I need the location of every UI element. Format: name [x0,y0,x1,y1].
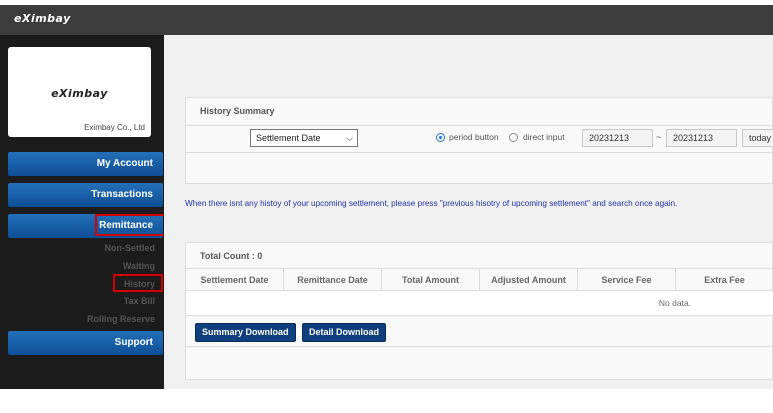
highlight-history [113,274,163,292]
direct-input-label: direct input [523,132,565,142]
sub-nav-tax-bill[interactable]: Tax Bill [124,296,155,306]
date-from-input[interactable]: 20231213 [582,129,653,147]
date-to-input[interactable]: 20231213 [666,129,737,147]
company-name: Eximbay Co., Ltd [84,123,145,132]
nav-my-account[interactable]: My Account [8,152,163,176]
col-settlement-date[interactable]: Settlement Date [186,269,284,291]
divider [186,125,773,126]
date-range-separator: ~ [656,132,662,142]
nav-transactions[interactable]: Transactions [8,183,163,207]
merchant-logo-card: eXimbay Eximbay Co., Ltd [8,47,151,137]
total-count: Total Count : 0 [200,251,263,261]
period-button-label: period button [449,132,499,142]
history-summary-title: History Summary [200,106,275,116]
notice-text: When there isnt any histoy of your upcom… [185,199,678,208]
results-table-header: Settlement Date Remittance Date Total Am… [186,268,773,291]
direct-input-radio[interactable] [509,133,518,142]
date-type-value: Settlement Date [256,133,321,143]
results-panel: Total Count : 0 Settlement Date Remittan… [185,242,773,380]
period-button-radio[interactable] [436,133,445,142]
no-data-text: No data. [658,298,692,308]
empty-row: No data. [186,291,773,316]
divider [186,152,773,153]
merchant-logo: eXimbay [51,87,108,100]
date-type-select[interactable]: Settlement Date ⌵ [250,129,358,147]
sub-nav-non-settled[interactable]: Non-Settled [105,243,156,253]
app-window: eXimbay eXimbay Eximbay Co., Ltd My Acco… [0,0,773,413]
summary-download-button[interactable]: Summary Download [195,323,296,342]
sidebar: eXimbay Eximbay Co., Ltd My Account Tran… [0,35,164,389]
top-bar: eXimbay [0,5,773,35]
nav-support[interactable]: Support [8,331,163,355]
sub-nav-rolling-reserve[interactable]: Rolling Reserve [87,314,155,324]
divider [186,346,773,347]
col-remittance-date[interactable]: Remittance Date [284,269,382,291]
chevron-down-icon: ⌵ [346,133,353,143]
main-content: History Summary Settlement Date ⌵ period… [164,35,773,389]
col-service-fee[interactable]: Service Fee [578,269,676,291]
col-extra-fee[interactable]: Extra Fee [676,269,773,291]
col-adjusted-amount[interactable]: Adjusted Amount [480,269,578,291]
highlight-remittance [95,214,166,236]
detail-download-button[interactable]: Detail Download [302,323,387,342]
sub-nav-waiting[interactable]: Waiting [123,261,155,271]
col-total-amount[interactable]: Total Amount [382,269,480,291]
brand-logo[interactable]: eXimbay [14,12,71,25]
history-summary-panel: History Summary Settlement Date ⌵ period… [185,97,773,184]
today-button[interactable]: today [742,129,773,147]
